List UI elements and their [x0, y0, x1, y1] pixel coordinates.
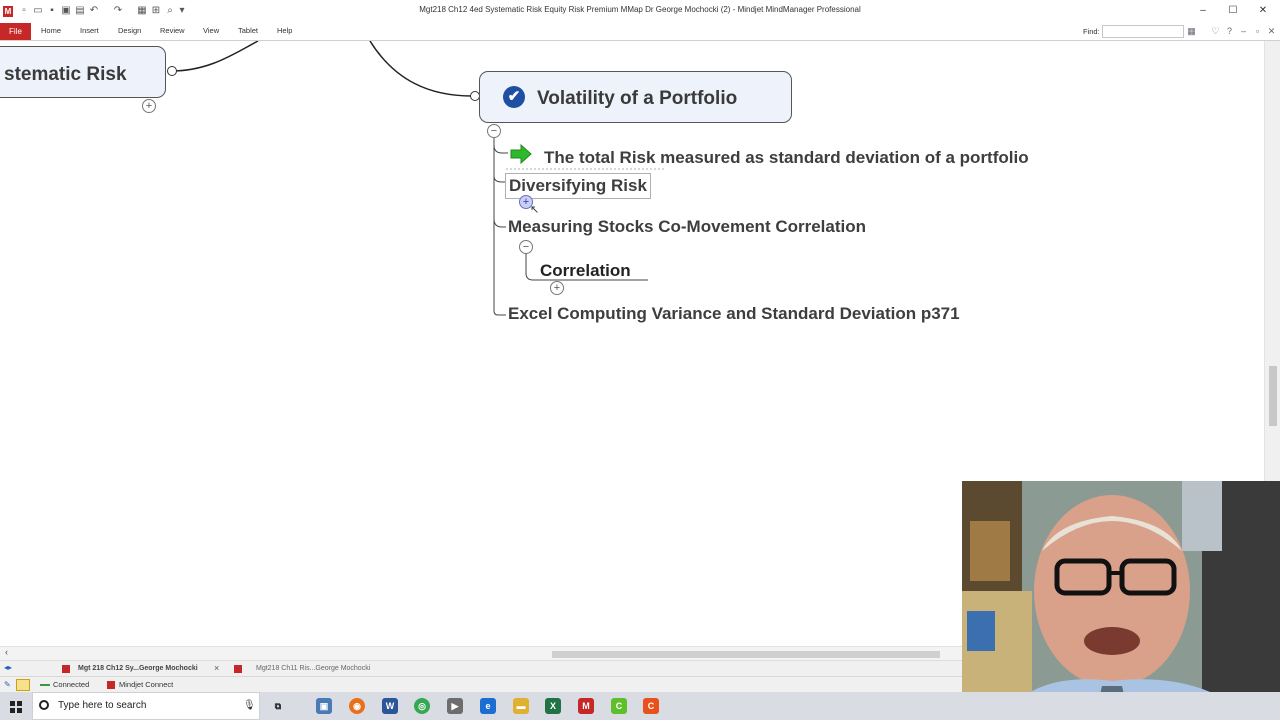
- chrome-icon[interactable]: ◎: [414, 698, 430, 714]
- word-icon[interactable]: W: [382, 698, 398, 714]
- mindjet-logo-icon: [107, 681, 115, 689]
- topic-systematic-risk[interactable]: stematic Risk: [0, 46, 166, 98]
- tab-file[interactable]: File: [0, 23, 31, 40]
- topic-systematic-risk-label: stematic Risk: [4, 64, 127, 85]
- main-topic-connector: [369, 41, 473, 97]
- find-input[interactable]: [1102, 25, 1184, 38]
- close-window-button[interactable]: ✕: [1248, 3, 1278, 19]
- open-folder-icon[interactable]: ▭: [32, 5, 44, 17]
- mindjet-connect-link[interactable]: Mindjet Connect: [119, 680, 173, 689]
- expand-plus-icon[interactable]: +: [550, 281, 564, 295]
- media-player-icon[interactable]: ▶: [447, 698, 463, 714]
- new-file-icon[interactable]: ▫: [18, 5, 30, 17]
- status-bar: ✎ Connected Mindjet Connect: [0, 676, 962, 693]
- windows-start-icon[interactable]: [10, 700, 22, 713]
- file-explorer-icon[interactable]: ▬: [513, 698, 529, 714]
- camtasia-green-icon[interactable]: C: [611, 698, 627, 714]
- firefox-icon[interactable]: ◉: [349, 698, 365, 714]
- notes-icon[interactable]: [16, 679, 30, 691]
- expand-plus-icon[interactable]: +: [142, 99, 156, 113]
- topic-volatility-of-a-portfolio[interactable]: ✔ Volatility of a Portfolio: [479, 71, 792, 123]
- undo-icon[interactable]: ↶: [88, 5, 100, 17]
- zoom-icon[interactable]: ⌕: [164, 5, 176, 17]
- document-tabs: ◂▸ Mgt 218 Ch12 Sy...George Mochocki × M…: [0, 660, 962, 677]
- subtopic-correlation[interactable]: Correlation: [540, 261, 631, 281]
- edge-icon[interactable]: e: [480, 698, 496, 714]
- tab-insert[interactable]: Insert: [80, 26, 99, 35]
- webcam-overlay: [962, 481, 1280, 720]
- tab-help[interactable]: Help: [277, 26, 292, 35]
- subtopic-trunk-line: [493, 137, 506, 316]
- windows-taskbar: Type here to search 🎙 ⧉ ▣ ◉ W ◎ ▶ e ▬ X …: [0, 692, 1280, 720]
- ribbon-tabs: File Home Insert Design Review View Tabl…: [0, 23, 1280, 41]
- help-icon[interactable]: ?: [1224, 26, 1235, 37]
- branch-total-risk: [493, 144, 508, 154]
- subtopic-excel-variance[interactable]: Excel Computing Variance and Standard De…: [508, 304, 960, 324]
- tab-home[interactable]: Home: [41, 26, 61, 35]
- view-mode-icon[interactable]: ▦: [1186, 26, 1197, 37]
- vertical-scroll-thumb[interactable]: [1269, 366, 1277, 426]
- filter-icon[interactable]: ⊞: [150, 5, 162, 17]
- task-view-icon[interactable]: ⧉: [270, 698, 286, 714]
- ribbon-minimize-icon[interactable]: –: [1238, 26, 1249, 37]
- subtopic-measuring-correlation[interactable]: Measuring Stocks Co-Movement Correlation: [508, 217, 866, 237]
- store-icon[interactable]: ▣: [316, 698, 332, 714]
- print-icon[interactable]: ▤: [74, 5, 86, 17]
- left-topic-connector: [170, 41, 259, 72]
- customize-chevron-icon[interactable]: ▾: [176, 5, 188, 17]
- document-icon: [62, 665, 70, 673]
- mindmanager-taskbar-icon[interactable]: M: [578, 698, 594, 714]
- pen-icon[interactable]: ✎: [4, 680, 11, 689]
- mouse-cursor-icon: ↖: [530, 204, 540, 216]
- connected-status[interactable]: Connected: [53, 680, 89, 689]
- minimize-button[interactable]: –: [1188, 3, 1218, 19]
- favorite-icon[interactable]: ♡: [1210, 26, 1221, 37]
- webcam-presenter-image: [962, 481, 1280, 720]
- tab-design[interactable]: Design: [118, 26, 141, 35]
- connector-node: [167, 66, 177, 76]
- cortana-icon[interactable]: [39, 700, 49, 710]
- collapse-minus-icon[interactable]: −: [487, 124, 501, 138]
- doc-tab-active[interactable]: Mgt 218 Ch12 Sy...George Mochocki: [74, 663, 202, 675]
- horizontal-scrollbar[interactable]: ‹: [0, 646, 962, 661]
- horizontal-scroll-thumb[interactable]: [552, 651, 940, 658]
- maximize-button[interactable]: ☐: [1218, 3, 1248, 19]
- microphone-icon[interactable]: 🎙: [243, 700, 256, 711]
- task-complete-check-icon: ✔: [503, 86, 525, 108]
- taskbar-search-input[interactable]: Type here to search: [58, 700, 146, 711]
- properties-icon[interactable]: ▦: [136, 5, 148, 17]
- ribbon-close-icon[interactable]: ✕: [1266, 26, 1277, 37]
- branch-measuring: [493, 218, 506, 228]
- close-tab-icon[interactable]: ×: [214, 663, 219, 673]
- camtasia-recorder-icon[interactable]: C: [643, 698, 659, 714]
- tab-tablet[interactable]: Tablet: [238, 26, 258, 35]
- doc-tab-inactive[interactable]: Mgt218 Ch11 Ris...George Mochocki: [252, 663, 374, 675]
- ribbon-restore-icon[interactable]: ▫: [1252, 26, 1263, 37]
- tab-review[interactable]: Review: [160, 26, 185, 35]
- subtopic-total-risk[interactable]: The total Risk measured as standard devi…: [544, 148, 1029, 168]
- find-label: Find:: [1083, 27, 1100, 36]
- title-bar: M ▫ ▭ ▪ ▣ ▤ ↶ ↷ ▦ ⊞ ⌕ ▾ Mgt218 Ch12 4ed …: [0, 0, 1280, 24]
- tab-scroll-left-icon[interactable]: ◂▸: [4, 663, 12, 672]
- window-title: Mgt218 Ch12 4ed Systematic Risk Equity R…: [419, 5, 861, 14]
- tab-view[interactable]: View: [203, 26, 219, 35]
- topic-volatility-label: Volatility of a Portfolio: [537, 88, 738, 109]
- redo-icon[interactable]: ↷: [112, 5, 124, 17]
- excel-icon[interactable]: X: [545, 698, 561, 714]
- collapse-minus-icon[interactable]: −: [519, 240, 533, 254]
- save-as-icon[interactable]: ▣: [60, 5, 72, 17]
- connection-status-icon: [40, 684, 50, 686]
- scroll-left-icon[interactable]: ‹: [5, 647, 8, 657]
- document-icon: [234, 665, 242, 673]
- mindmanager-app-icon[interactable]: M: [3, 6, 13, 17]
- save-icon[interactable]: ▪: [46, 5, 58, 17]
- green-arrow-icon: [509, 143, 533, 165]
